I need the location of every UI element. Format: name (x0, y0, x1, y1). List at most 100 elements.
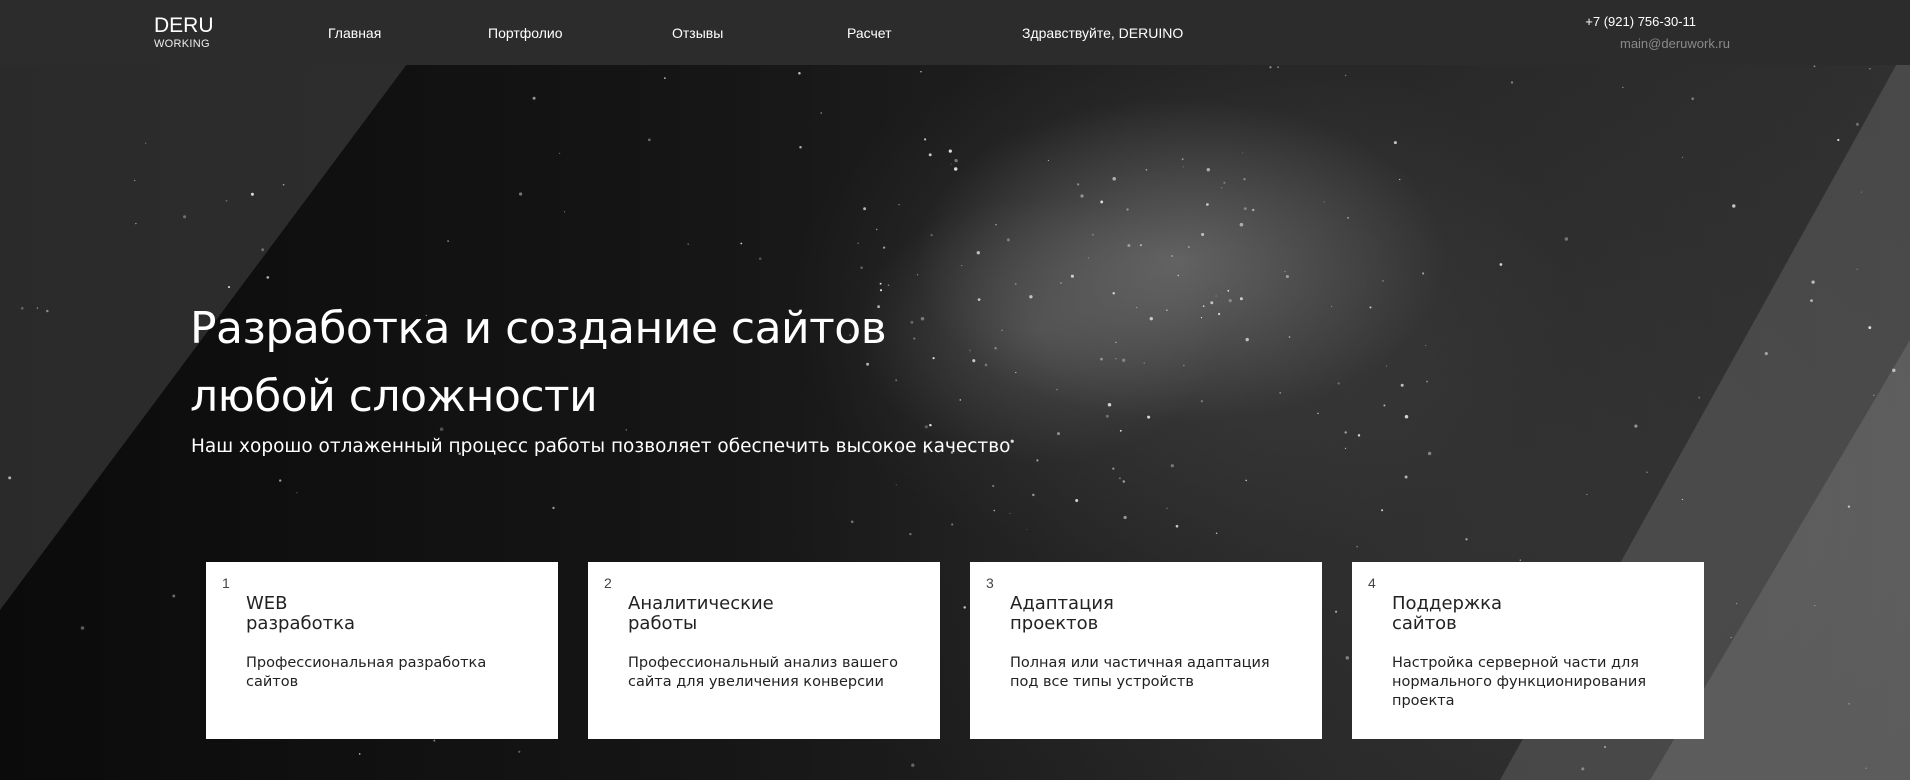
star (1127, 243, 1131, 248)
star (1245, 479, 1247, 482)
card-title-line-2: проектов (1010, 613, 1099, 634)
star (1400, 383, 1404, 387)
card-number: 2 (604, 575, 612, 591)
card-number: 3 (986, 575, 994, 591)
star (1239, 297, 1243, 301)
star (261, 248, 265, 252)
star (1814, 604, 1816, 607)
star (1510, 81, 1514, 84)
star (1075, 499, 1079, 502)
star (225, 199, 228, 202)
star (879, 289, 883, 292)
card-description: Профессиональный анализ вашего сайта для… (628, 655, 899, 690)
star (1123, 515, 1127, 520)
star (1499, 263, 1503, 266)
star (1422, 272, 1425, 275)
star (1091, 233, 1094, 236)
star (1032, 493, 1035, 497)
star (1014, 283, 1017, 285)
star (1344, 74, 1347, 77)
star (850, 520, 854, 524)
star (1115, 341, 1117, 343)
service-card-analytics[interactable]: 2 Аналитические работы Профессиональный … (588, 562, 940, 739)
header-phone[interactable]: +7 (921) 756-30-11 (1585, 14, 1696, 29)
star (953, 167, 958, 171)
star (1285, 274, 1289, 279)
star (1076, 183, 1080, 186)
star (1122, 480, 1126, 483)
star (358, 753, 361, 755)
star (1010, 439, 1014, 443)
star (1681, 498, 1684, 501)
star (1182, 166, 1184, 168)
nav-link-calculation[interactable]: Расчет (847, 25, 892, 41)
star (1586, 494, 1588, 496)
star (1426, 380, 1428, 383)
star (1206, 203, 1209, 206)
star (758, 257, 762, 260)
star (1245, 337, 1249, 342)
star (1330, 305, 1333, 308)
star (1873, 394, 1875, 396)
star (1564, 237, 1569, 241)
star (1465, 538, 1468, 541)
star (80, 626, 85, 630)
star (1147, 415, 1151, 419)
nav-link-user-greeting[interactable]: Здравствуйте, DERUINO (1022, 25, 1183, 41)
star (1837, 138, 1840, 142)
star (1277, 66, 1279, 68)
star (1399, 178, 1401, 181)
card-title-line-2: работы (628, 613, 698, 634)
star (1855, 122, 1859, 126)
service-card-web[interactable]: 1 WEB разработка Профессиональная разраб… (206, 562, 558, 739)
star (798, 72, 801, 75)
star (976, 251, 980, 255)
star (1356, 546, 1358, 548)
star (1239, 222, 1244, 227)
star (1847, 505, 1851, 508)
star (1080, 194, 1084, 198)
logo[interactable]: DERU WORKING (154, 15, 214, 50)
star (1171, 255, 1174, 257)
star (1206, 168, 1210, 172)
star (1337, 382, 1340, 385)
logo-main-text: DERU (154, 14, 214, 37)
card-description: Настройка серверной части для нормальног… (1392, 655, 1647, 709)
card-title-line-1: Аналитические (628, 593, 774, 614)
star (1215, 532, 1218, 534)
star (887, 284, 890, 287)
star (1227, 289, 1230, 292)
hero-subtitle: Наш хорошо отлаженный процесс работы поз… (191, 436, 1011, 457)
top-header: DERU WORKING Главная Портфолио Отзывы Ра… (0, 0, 1910, 65)
star (911, 763, 915, 767)
star (882, 246, 886, 249)
hero-title-line-2: любой сложности (190, 371, 598, 422)
star (1057, 432, 1060, 436)
star (1404, 415, 1409, 419)
star (875, 228, 878, 231)
star (1404, 475, 1408, 479)
logo-sub-text: WORKING (154, 38, 210, 50)
star (250, 192, 254, 196)
star (951, 523, 954, 526)
star (1646, 471, 1648, 474)
service-card-support[interactable]: 4 Поддержка сайтов Настройка серверной ч… (1352, 562, 1704, 739)
star (1251, 208, 1255, 212)
star (1344, 431, 1347, 434)
star (1136, 307, 1138, 309)
star (1323, 201, 1326, 203)
nav-link-portfolio[interactable]: Портфолио (488, 25, 563, 41)
star (1243, 177, 1246, 181)
nav-link-home[interactable]: Главная (328, 25, 381, 41)
star (1181, 158, 1184, 161)
header-email[interactable]: main@deruwork.ru (1620, 36, 1730, 51)
star (1187, 245, 1190, 249)
star (1105, 414, 1109, 418)
star (1393, 141, 1397, 145)
star (860, 266, 863, 270)
star (46, 309, 49, 313)
service-card-adaptation[interactable]: 3 Адаптация проектов Полная или частична… (970, 562, 1322, 739)
star (296, 492, 298, 494)
star (1681, 156, 1684, 159)
nav-link-reviews[interactable]: Отзывы (672, 25, 723, 41)
